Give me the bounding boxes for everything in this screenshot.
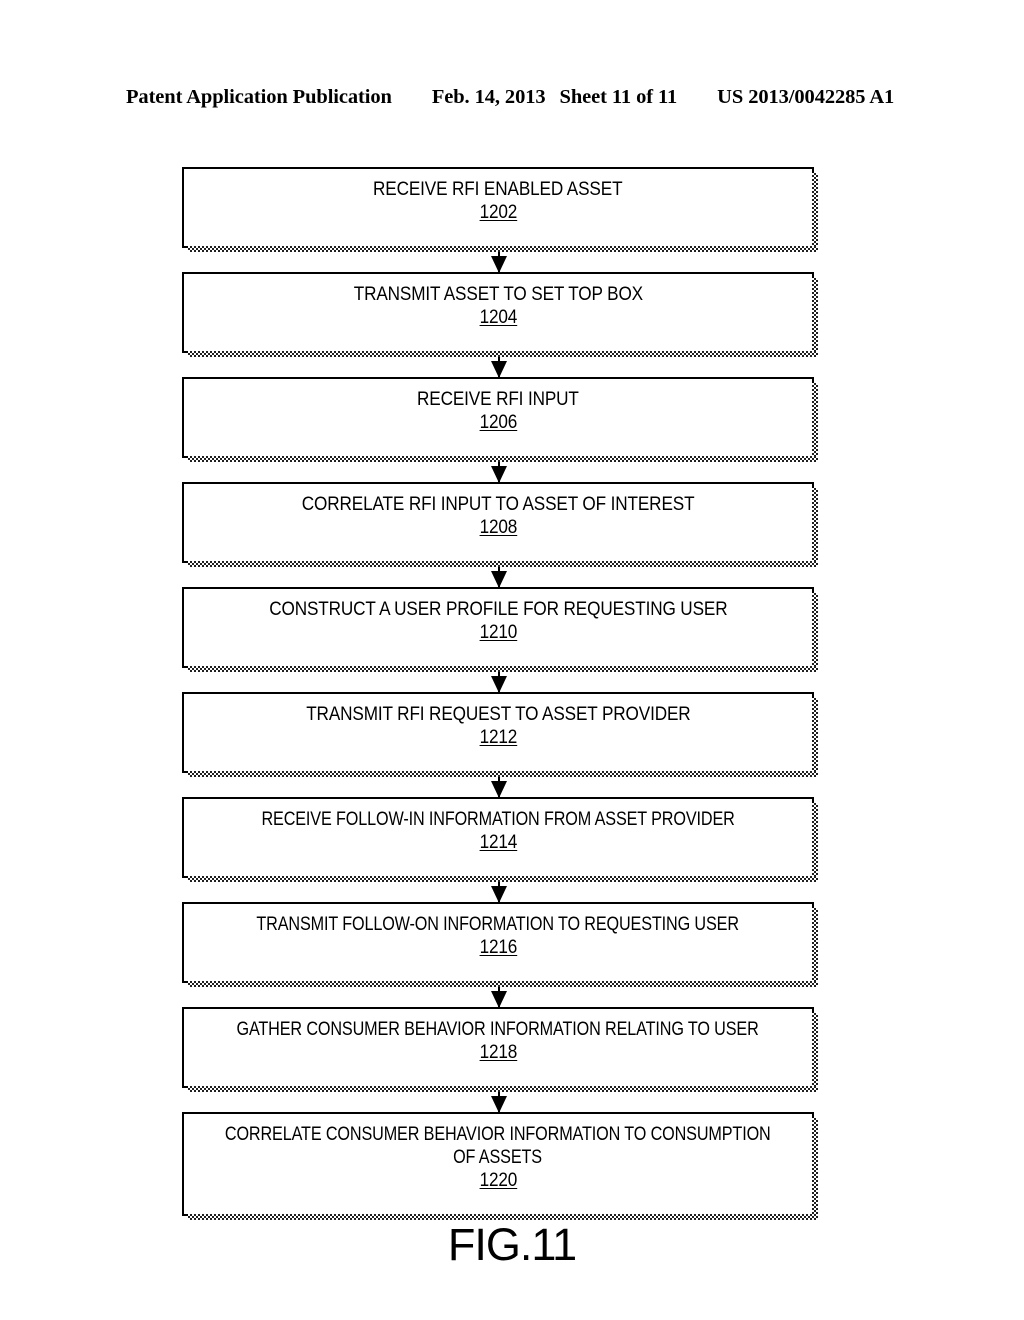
flow-step-text: TRANSMIT FOLLOW-ON INFORMATION TO REQUES… <box>256 913 740 935</box>
box-shadow-bottom <box>188 981 818 987</box>
flow-step-reference-numeral: 1214 <box>479 831 517 853</box>
box-shadow-right <box>812 803 818 882</box>
flow-step-text: TRANSMIT RFI REQUEST TO ASSET PROVIDER <box>305 703 691 725</box>
arrow-head-icon <box>491 1096 507 1113</box>
arrow-head-icon <box>491 676 507 693</box>
flow-step-1216: TRANSMIT FOLLOW-ON INFORMATION TO REQUES… <box>182 902 818 987</box>
box-shadow-bottom <box>188 1086 818 1092</box>
flow-step-1218: GATHER CONSUMER BEHAVIOR INFORMATION REL… <box>182 1007 818 1092</box>
arrow-head-icon <box>491 886 507 903</box>
box-shadow-right <box>812 1013 818 1092</box>
box-shadow-bottom <box>188 771 818 777</box>
flow-step-1214: RECEIVE FOLLOW-IN INFORMATION FROM ASSET… <box>182 797 818 882</box>
box-shadow-right <box>812 908 818 987</box>
flow-step-1204: TRANSMIT ASSET TO SET TOP BOX 1204 <box>182 272 818 357</box>
flow-step-text: CORRELATE CONSUMER BEHAVIOR INFORMATION … <box>225 1123 771 1145</box>
flow-step-reference-numeral: 1220 <box>479 1169 517 1191</box>
flow-step-reference-numeral: 1204 <box>479 306 517 328</box>
box-shadow-right <box>812 383 818 462</box>
arrow-head-icon <box>491 571 507 588</box>
flowchart-diagram: RECEIVE RFI ENABLED ASSET 1202 TRANSMIT AS… <box>0 0 1024 1320</box>
box-shadow-bottom <box>188 246 818 252</box>
flow-step-reference-numeral: 1202 <box>479 201 517 223</box>
box-shadow-right <box>812 1118 818 1220</box>
arrow-head-icon <box>491 256 507 273</box>
flow-step-1220: CORRELATE CONSUMER BEHAVIOR INFORMATION … <box>182 1112 818 1220</box>
box-shadow-right <box>812 698 818 777</box>
arrow-head-icon <box>491 361 507 378</box>
box-shadow-bottom <box>188 1214 818 1220</box>
box-shadow-right <box>812 593 818 672</box>
flow-step-reference-numeral: 1212 <box>479 726 517 748</box>
arrow-head-icon <box>491 781 507 798</box>
flow-step-1202: RECEIVE RFI ENABLED ASSET 1202 <box>182 167 818 252</box>
flow-step-text: RECEIVE RFI ENABLED ASSET <box>373 178 623 200</box>
box-shadow-bottom <box>188 561 818 567</box>
flow-step-text: RECEIVE FOLLOW-IN INFORMATION FROM ASSET… <box>261 808 735 830</box>
flow-step-1208: CORRELATE RFI INPUT TO ASSET OF INTEREST… <box>182 482 818 567</box>
flow-step-text: RECEIVE RFI INPUT <box>417 388 579 410</box>
flow-step-reference-numeral: 1206 <box>479 411 517 433</box>
box-shadow-bottom <box>188 876 818 882</box>
flow-step-1212: TRANSMIT RFI REQUEST TO ASSET PROVIDER 12… <box>182 692 818 777</box>
flow-step-text: TRANSMIT ASSET TO SET TOP BOX <box>353 283 643 305</box>
flow-step-reference-numeral: 1216 <box>479 936 517 958</box>
box-shadow-bottom <box>188 666 818 672</box>
flow-step-reference-numeral: 1218 <box>479 1041 517 1063</box>
box-shadow-right <box>812 173 818 252</box>
box-shadow-right <box>812 488 818 567</box>
flow-step-text: OF ASSETS <box>453 1146 543 1168</box>
flow-step-reference-numeral: 1208 <box>479 516 517 538</box>
flow-step-1210: CONSTRUCT A USER PROFILE FOR REQUESTING … <box>182 587 818 672</box>
flow-step-text: CONSTRUCT A USER PROFILE FOR REQUESTING … <box>268 598 728 620</box>
box-shadow-right <box>812 278 818 357</box>
figure-caption: FIG.11 <box>447 1219 577 1270</box>
flow-step-1206: RECEIVE RFI INPUT 1206 <box>182 377 818 462</box>
arrow-head-icon <box>491 991 507 1008</box>
flow-step-text: GATHER CONSUMER BEHAVIOR INFORMATION REL… <box>236 1018 760 1040</box>
flow-step-reference-numeral: 1210 <box>479 621 517 643</box>
flow-step-text: CORRELATE RFI INPUT TO ASSET OF INTEREST <box>301 493 695 515</box>
box-shadow-bottom <box>188 351 818 357</box>
box-shadow-bottom <box>188 456 818 462</box>
arrow-head-icon <box>491 466 507 483</box>
